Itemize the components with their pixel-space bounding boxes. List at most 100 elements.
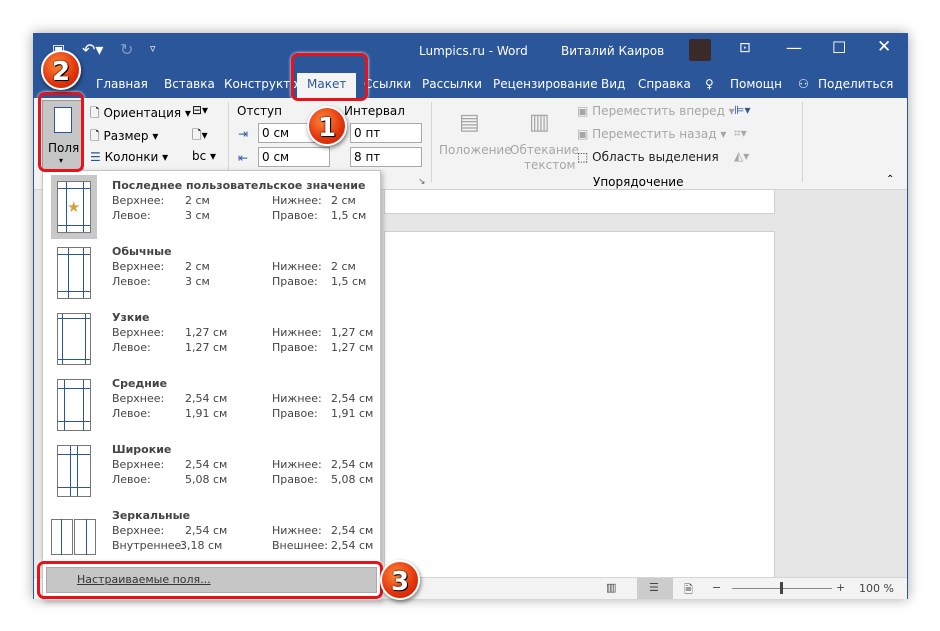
redo-icon[interactable]: ↻: [120, 40, 133, 59]
collapse-ribbon-icon[interactable]: ⌃: [886, 174, 894, 185]
zoom-level[interactable]: 100 %: [859, 582, 894, 595]
bottom-label: Нижнее:: [272, 524, 322, 537]
indent-right-icon: ⇤: [238, 151, 249, 165]
left-label: Левое:: [112, 341, 151, 354]
left-value: 3 см: [185, 209, 210, 222]
left-value: 3,18 см: [180, 539, 223, 552]
paragraph-dialog-launcher-icon[interactable]: ↘: [418, 177, 426, 187]
orientation-label: Ориентация: [103, 106, 182, 120]
web-layout-icon[interactable]: 🗎: [684, 581, 693, 600]
step-badge-1: 1: [307, 106, 347, 146]
left-label: Левое:: [112, 209, 151, 222]
wrap-text-button[interactable]: Обтекание: [510, 143, 579, 157]
ribbon-tabs: Главная Вставка Конструкто Макет Ссылки …: [34, 71, 907, 98]
top-label: Верхнее:: [112, 194, 165, 207]
bottom-label: Нижнее:: [272, 260, 322, 273]
bottom-label: Нижнее:: [272, 326, 322, 339]
right-label: Правое:: [272, 341, 318, 354]
orientation-icon: 🗋: [90, 106, 100, 120]
preset-title: Обычные: [112, 245, 172, 258]
mirrored-margins-icon: [51, 519, 97, 555]
step-badge-3: 3: [380, 560, 420, 600]
breaks-button[interactable]: ⊟▾: [192, 103, 208, 117]
tab-review[interactable]: Рецензирование: [493, 77, 598, 91]
right-value: 2,54 см: [331, 539, 374, 552]
user-name[interactable]: Виталий Каиров: [561, 44, 664, 58]
top-label: Верхнее:: [112, 458, 165, 471]
arrange-group-label: Упорядочение: [593, 175, 684, 189]
ribbon-display-icon[interactable]: ⊡: [739, 40, 751, 56]
top-value: 2,54 см: [185, 524, 228, 537]
columns-label: Колонки: [104, 150, 159, 164]
right-label: Правое:: [272, 473, 318, 486]
tab-mailings[interactable]: Рассылки: [422, 77, 482, 91]
right-value: 5,08 см: [331, 473, 374, 486]
share-button[interactable]: Поделиться: [818, 77, 893, 91]
tab-design[interactable]: Конструкто: [224, 77, 298, 91]
top-value: 2,54 см: [185, 458, 228, 471]
print-layout-icon[interactable]: ☰: [637, 578, 673, 599]
bring-forward-button[interactable]: ▣ Переместить вперед ▾: [577, 104, 735, 118]
tab-home[interactable]: Главная: [96, 77, 148, 91]
margin-preset-item[interactable]: Обычные Верхнее: 2 см Нижнее: 2 см Левое: 3 см…: [43, 241, 380, 307]
spacing-before-input[interactable]: 0 пт: [350, 123, 422, 143]
margin-preset-item[interactable]: ★ Последнее пользовательское значение Верх…: [43, 175, 380, 241]
send-backward-label: Переместить назад: [592, 127, 717, 141]
top-value: 2 см: [185, 194, 210, 207]
preset-title: Широкие: [112, 443, 172, 456]
position-button[interactable]: Положение: [439, 143, 512, 157]
page[interactable]: [384, 189, 775, 214]
bring-forward-label: Переместить вперед: [592, 104, 725, 118]
bottom-value: 2 см: [331, 260, 356, 273]
zoom-in-button[interactable]: +: [836, 581, 845, 594]
send-backward-button[interactable]: ▣ Переместить назад ▾: [577, 127, 726, 141]
columns-icon: ☰: [90, 150, 101, 164]
right-value: 1,91 см: [331, 407, 374, 420]
orientation-button[interactable]: 🗋 Ориентация ▾: [90, 104, 191, 125]
tab-insert[interactable]: Вставка: [164, 77, 215, 91]
preset-title: Зеркальные: [112, 509, 191, 522]
indent-left-icon: ⇥: [238, 127, 249, 141]
align-icon[interactable]: ⊫▾: [734, 103, 750, 117]
highlight-margins-button: [38, 92, 84, 172]
zoom-out-button[interactable]: −: [712, 581, 721, 594]
right-value: 1,5 см: [331, 209, 367, 222]
columns-button[interactable]: ☰ Колонки ▾: [90, 150, 168, 164]
margin-preset-item[interactable]: Средние Верхнее: 2,54 см Нижнее: 2,54 см Лево…: [43, 373, 380, 439]
tab-help[interactable]: Справка: [638, 77, 691, 91]
right-label: Правое:: [272, 275, 318, 288]
title-bar: ▣ ↶▾ ↻ ▿ Lumpics.ru - Word Виталий Каиро…: [34, 34, 907, 71]
close-icon[interactable]: ✕: [877, 37, 891, 57]
spacing-after-input[interactable]: 8 пт: [350, 147, 422, 167]
left-label: Левое:: [112, 275, 151, 288]
size-button[interactable]: 🗋 Размер ▾: [90, 127, 158, 148]
tell-me-box[interactable]: Помощн: [730, 77, 782, 91]
indent-right-input[interactable]: 0 см: [258, 147, 330, 167]
minimize-icon[interactable]: —: [786, 38, 802, 57]
right-label: Правое:: [272, 407, 318, 420]
customize-qat-icon[interactable]: ▿: [150, 42, 156, 55]
rotate-icon[interactable]: ◭▾: [734, 149, 749, 163]
avatar[interactable]: [689, 39, 711, 61]
read-mode-icon[interactable]: ▥: [606, 581, 616, 594]
page-margins-icon: [57, 247, 91, 299]
left-label: Левое:: [112, 407, 151, 420]
share-icon: ⚇: [798, 77, 809, 91]
hyphenation-button[interactable]: bc ▾: [192, 149, 216, 163]
maximize-icon[interactable]: ☐: [832, 38, 846, 57]
size-icon: 🗋: [90, 129, 100, 143]
tab-references[interactable]: Ссылки: [364, 77, 411, 91]
page[interactable]: [384, 231, 775, 581]
margin-preset-item[interactable]: Широкие Верхнее: 2,54 см Нижнее: 2,54 см Лево…: [43, 439, 380, 505]
line-numbers-button[interactable]: 🗋▾: [192, 126, 208, 147]
zoom-slider-thumb[interactable]: [780, 582, 783, 594]
group-icon[interactable]: ⌗▾: [734, 126, 747, 141]
bottom-value: 2 см: [331, 194, 356, 207]
undo-icon[interactable]: ↶▾: [82, 40, 103, 59]
top-label: Верхнее:: [112, 524, 165, 537]
top-label: Верхнее:: [112, 260, 165, 273]
margin-preset-item[interactable]: Узкие Верхнее: 1,27 см Нижнее: 1,27 см Левое:…: [43, 307, 380, 373]
step-badge-2: 2: [41, 50, 81, 90]
selection-pane-button[interactable]: ⬚ Область выделения: [577, 150, 719, 164]
tab-view[interactable]: Вид: [601, 77, 625, 91]
